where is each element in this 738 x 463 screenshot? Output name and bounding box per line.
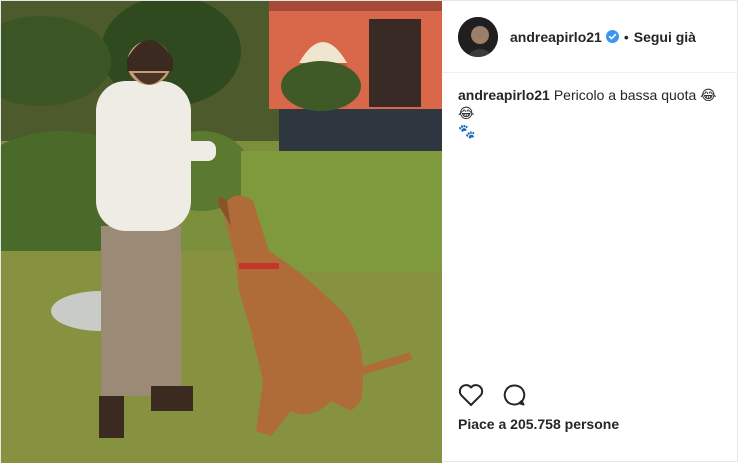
post-caption: andreapirlo21 Pericolo a bassa quota 😂😂 🐾 — [458, 86, 721, 141]
post-actions — [458, 383, 526, 407]
post-sidebar: andreapirlo21 • Segui già andreapirlo21 P… — [442, 1, 737, 461]
post-photo-image — [1, 1, 442, 463]
follow-status-button[interactable]: Segui già — [634, 29, 696, 45]
avatar-image — [458, 16, 498, 57]
instagram-post: andreapirlo21 • Segui già andreapirlo21 P… — [0, 0, 738, 463]
caption-username[interactable]: andreapirlo21 — [458, 87, 550, 103]
post-photo[interactable] — [1, 1, 442, 463]
verified-badge-icon — [605, 30, 619, 43]
heart-icon[interactable] — [458, 383, 484, 407]
likes-count[interactable]: Piace a 205.758 persone — [458, 416, 619, 432]
avatar[interactable] — [458, 16, 498, 57]
post-header: andreapirlo21 • Segui già — [442, 1, 737, 73]
comment-bubble-icon[interactable] — [502, 383, 526, 407]
post-username[interactable]: andreapirlo21 — [510, 29, 602, 45]
header-separator: • — [623, 28, 629, 45]
caption-emoji-line: 🐾 — [458, 124, 476, 140]
